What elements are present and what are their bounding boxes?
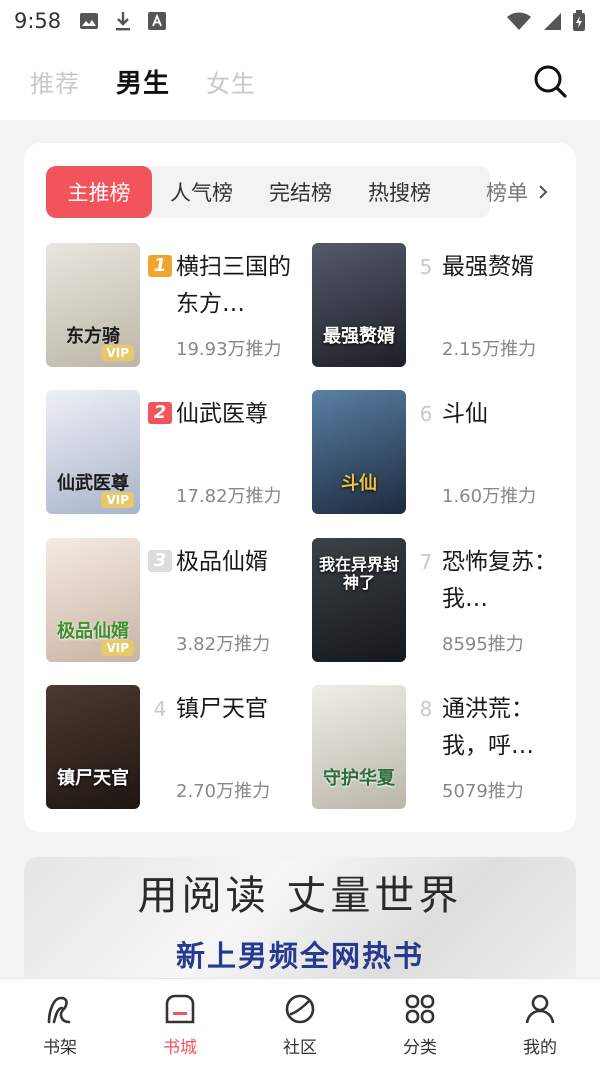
promo-banner[interactable]: 用阅读 丈量世界 新上男频全网热书 — [24, 857, 576, 987]
status-system — [506, 10, 586, 32]
book-metric: 19.93万推力 — [176, 339, 282, 360]
search-icon — [534, 65, 567, 98]
book-cover[interactable]: 极品仙婿 VIP — [46, 538, 140, 662]
banner-title: 用阅读 丈量世界 — [137, 873, 463, 919]
book-title: 通洪荒：我，呼… — [442, 696, 534, 759]
bottom-nav: 书架 书城 社区 分类 我的 — [0, 978, 600, 1066]
book-title: 极品仙婿 — [176, 549, 268, 575]
book-metric: 17.82万推力 — [176, 486, 282, 507]
bookstore-icon — [162, 991, 198, 1027]
book-cover[interactable]: 最强赘婿 — [312, 243, 406, 367]
cover-title: 镇尸天官 — [57, 768, 129, 790]
planet-icon — [282, 991, 318, 1027]
cover-title: 最强赘婿 — [323, 326, 395, 348]
battery-icon — [573, 10, 585, 31]
book-cover[interactable]: 守护华夏 — [312, 685, 406, 809]
cover-title: 斗仙 — [341, 473, 377, 495]
book-metric: 2.70万推力 — [176, 781, 271, 802]
nav-bookshelf[interactable]: 书架 — [0, 979, 120, 1066]
rank-number: 8 — [419, 697, 433, 721]
rank-more-link[interactable]: 榜单 — [486, 166, 548, 218]
user-icon — [522, 991, 558, 1027]
rank-number: 6 — [419, 402, 433, 426]
rank-number: 7 — [419, 550, 433, 574]
rank-tab-finished[interactable]: 完结榜 — [251, 166, 350, 218]
bookshelf-icon — [42, 991, 78, 1027]
nav-bookstore[interactable]: 书城 — [120, 979, 240, 1066]
download-icon — [116, 12, 131, 31]
nav-community[interactable]: 社区 — [240, 979, 360, 1066]
book-title: 斗仙 — [442, 401, 488, 427]
wifi-icon — [507, 12, 531, 30]
book-item-7[interactable]: 我在异界封神了 7 恐怖复苏：我… 8595推力 — [312, 538, 574, 662]
rank-tabs: 主推榜 人气榜 完结榜 热搜榜 — [46, 166, 490, 218]
cover-title: 守护华夏 — [323, 768, 395, 790]
rank-more-label: 榜单 — [486, 181, 528, 205]
book-metric: 1.60万推力 — [442, 486, 537, 507]
text-icon — [148, 12, 167, 30]
nav-categories[interactable]: 分类 — [360, 979, 480, 1066]
book-cover[interactable]: 斗仙 — [312, 390, 406, 514]
rank-tab-popular[interactable]: 人气榜 — [152, 166, 251, 218]
ranking-card: 主推榜 人气榜 完结榜 热搜榜 榜单 东方骑 VIP 1 横扫三国的东方… 19… — [24, 143, 576, 832]
image-icon — [80, 13, 99, 29]
cover-title: 我在异界封神了 — [318, 555, 399, 592]
nav-label: 书架 — [43, 1038, 77, 1058]
book-title: 仙武医尊 — [176, 401, 268, 427]
book-title: 最强赘婿 — [442, 254, 534, 280]
rank-number: 4 — [153, 697, 167, 721]
book-title: 镇尸天官 — [176, 696, 268, 722]
nav-label: 书城 — [163, 1038, 197, 1058]
tab-male[interactable]: 男生 — [116, 63, 170, 100]
banner-subtitle: 新上男频全网热书 — [175, 939, 424, 973]
tab-female[interactable]: 女生 — [206, 64, 256, 99]
nav-label: 社区 — [283, 1038, 317, 1058]
vip-badge: VIP — [101, 640, 134, 656]
nav-label: 我的 — [523, 1038, 557, 1058]
rank-number: 5 — [419, 255, 433, 279]
book-title: 横扫三国的东方… — [176, 254, 291, 317]
book-title: 恐怖复苏：我… — [442, 549, 557, 612]
book-cover[interactable]: 我在异界封神了 — [312, 538, 406, 662]
rank-tab-hot-search[interactable]: 热搜榜 — [350, 166, 449, 218]
rank-number: 1 — [148, 255, 172, 277]
book-metric: 5079推力 — [442, 781, 524, 802]
rank-tab-main[interactable]: 主推榜 — [46, 166, 152, 218]
book-item-5[interactable]: 最强赘婿 5 最强赘婿 2.15万推力 — [312, 243, 574, 367]
nav-label: 分类 — [403, 1038, 437, 1058]
rank-number: 2 — [148, 402, 172, 424]
book-item-6[interactable]: 斗仙 6 斗仙 1.60万推力 — [312, 390, 574, 514]
book-item-3[interactable]: 极品仙婿 VIP 3 极品仙婿 3.82万推力 — [46, 538, 308, 662]
book-cover[interactable]: 仙武医尊 VIP — [46, 390, 140, 514]
book-metric: 8595推力 — [442, 634, 524, 655]
book-item-2[interactable]: 仙武医尊 VIP 2 仙武医尊 17.82万推力 — [46, 390, 308, 514]
chevron-right-icon — [539, 185, 548, 199]
search-button[interactable] — [530, 61, 570, 101]
rank-number: 3 — [148, 550, 172, 572]
grid-icon — [402, 991, 438, 1027]
signal-icon — [544, 13, 561, 30]
book-cover[interactable]: 东方骑 VIP — [46, 243, 140, 367]
vip-badge: VIP — [101, 345, 134, 361]
book-item-8[interactable]: 守护华夏 8 通洪荒：我，呼… 5079推力 — [312, 685, 574, 809]
status-time: 9:58 — [14, 9, 62, 33]
book-metric: 3.82万推力 — [176, 634, 271, 655]
tab-recommend[interactable]: 推荐 — [30, 64, 80, 99]
book-item-1[interactable]: 东方骑 VIP 1 横扫三国的东方… 19.93万推力 — [46, 243, 308, 367]
nav-profile[interactable]: 我的 — [480, 979, 600, 1066]
book-cover[interactable]: 镇尸天官 — [46, 685, 140, 809]
top-bar: 推荐 男生 女生 — [0, 42, 600, 120]
status-bar: 9:58 — [0, 0, 600, 42]
vip-badge: VIP — [101, 492, 134, 508]
status-notifications — [79, 10, 167, 32]
book-item-4[interactable]: 镇尸天官 4 镇尸天官 2.70万推力 — [46, 685, 308, 809]
book-metric: 2.15万推力 — [442, 339, 537, 360]
